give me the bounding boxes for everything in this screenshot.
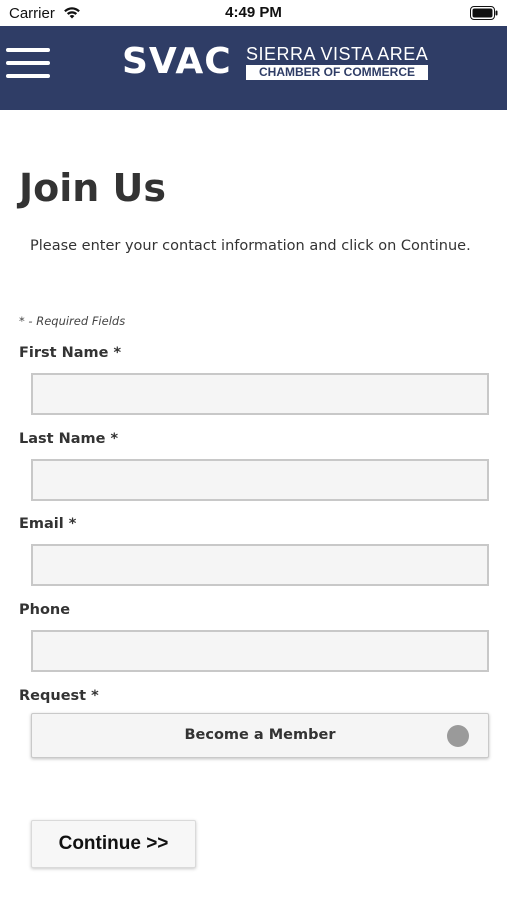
status-time: 4:49 PM — [225, 4, 282, 21]
first-name-label: First Name * — [19, 345, 122, 361]
request-label: Request * — [19, 688, 99, 704]
app-header: SVAC SIERRA VISTA AREA CHAMBER OF COMMER… — [0, 26, 507, 110]
first-name-field[interactable] — [31, 373, 489, 415]
continue-button[interactable]: Continue >> — [31, 820, 196, 868]
email-field[interactable] — [31, 544, 489, 586]
phone-field[interactable] — [31, 630, 489, 672]
required-fields-note: * - Required Fields — [19, 314, 126, 328]
logo-subtitle: CHAMBER OF COMMERCE — [246, 65, 428, 80]
logo-abbreviation: SVAC — [122, 41, 232, 82]
dropdown-indicator-icon — [447, 725, 469, 747]
hamburger-menu-icon[interactable] — [6, 46, 52, 82]
logo-name: SIERRA VISTA AREA — [246, 44, 429, 64]
last-name-label: Last Name * — [19, 431, 119, 447]
email-label: Email * — [19, 516, 77, 532]
status-bar: Carrier 4:49 PM — [0, 0, 507, 26]
intro-text: Please enter your contact information an… — [30, 238, 471, 254]
last-name-field[interactable] — [31, 459, 489, 501]
request-selected-value: Become a Member — [184, 727, 336, 743]
battery-icon — [470, 6, 498, 25]
phone-label: Phone — [19, 602, 71, 618]
page-title: Join Us — [19, 166, 167, 210]
request-select[interactable]: Become a Member — [31, 713, 489, 758]
